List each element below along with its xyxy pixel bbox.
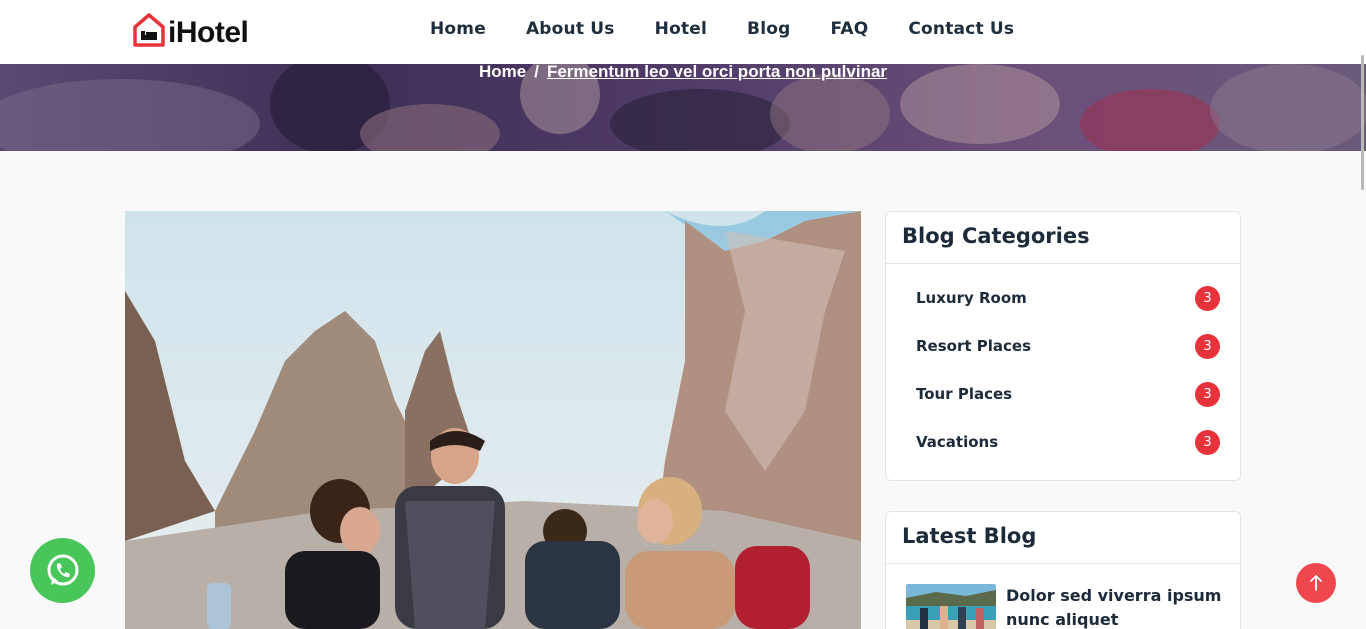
categories-title: Blog Categories	[886, 212, 1240, 264]
page-scrollbar[interactable]	[1361, 55, 1364, 190]
site-logo[interactable]: iHotel	[132, 12, 249, 49]
beach-thumbnail-image	[906, 584, 996, 629]
category-item-vacations[interactable]: Vacations 3	[916, 418, 1220, 466]
nav-home[interactable]: Home	[430, 19, 486, 39]
nav-blog[interactable]: Blog	[747, 19, 790, 39]
category-count-badge: 3	[1195, 285, 1220, 311]
latest-blog-item-title[interactable]: Dolor sed viverra ipsum nunc aliquet	[1006, 584, 1226, 629]
latest-blog-widget: Latest Blog Dolor sed viverra ipsum nunc…	[885, 511, 1241, 629]
category-item-tour-places[interactable]: Tour Places 3	[916, 370, 1220, 418]
category-count-badge: 3	[1195, 381, 1220, 407]
breadcrumb: Home / Fermentum leo vel orci porta non pu…	[479, 62, 887, 82]
whatsapp-icon	[47, 554, 78, 585]
hotel-logo-icon	[133, 13, 165, 47]
category-label[interactable]: Resort Places	[916, 337, 1031, 355]
breadcrumb-separator: /	[534, 62, 539, 81]
breadcrumb-home[interactable]: Home	[479, 62, 526, 81]
nav-faq[interactable]: FAQ	[830, 19, 868, 39]
blog-categories-widget: Blog Categories Luxury Room 3 Resort Pla…	[885, 211, 1241, 481]
category-count-badge: 3	[1195, 429, 1220, 455]
main-nav: Home About Us Hotel Blog FAQ Contact Us	[430, 19, 1054, 39]
nav-contact-us[interactable]: Contact Us	[908, 19, 1014, 39]
latest-blog-title: Latest Blog	[886, 512, 1240, 564]
post-featured-image	[125, 211, 861, 629]
breadcrumb-current[interactable]: Fermentum leo vel orci porta non pulvina…	[547, 62, 887, 81]
category-label[interactable]: Tour Places	[916, 385, 1012, 403]
category-count-badge: 3	[1195, 333, 1220, 359]
category-label[interactable]: Luxury Room	[916, 289, 1027, 307]
category-item-resort-places[interactable]: Resort Places 3	[916, 322, 1220, 370]
categories-list: Luxury Room 3 Resort Places 3 Tour Place…	[886, 264, 1240, 466]
brand-name: iHotel	[168, 16, 249, 49]
site-header: iHotel Home About Us Hotel Blog FAQ Cont…	[0, 0, 1366, 64]
nav-hotel[interactable]: Hotel	[655, 19, 707, 39]
nav-about-us[interactable]: About Us	[526, 19, 615, 39]
scroll-to-top-button[interactable]	[1296, 563, 1336, 603]
latest-blog-thumbnail[interactable]	[906, 584, 996, 629]
latest-blog-item[interactable]: Dolor sed viverra ipsum nunc aliquet	[886, 564, 1240, 629]
arrow-up-icon	[1310, 574, 1322, 591]
hikers-photo	[125, 211, 861, 629]
category-label[interactable]: Vacations	[916, 433, 998, 451]
category-item-luxury-room[interactable]: Luxury Room 3	[916, 274, 1220, 322]
whatsapp-button[interactable]	[30, 538, 95, 603]
